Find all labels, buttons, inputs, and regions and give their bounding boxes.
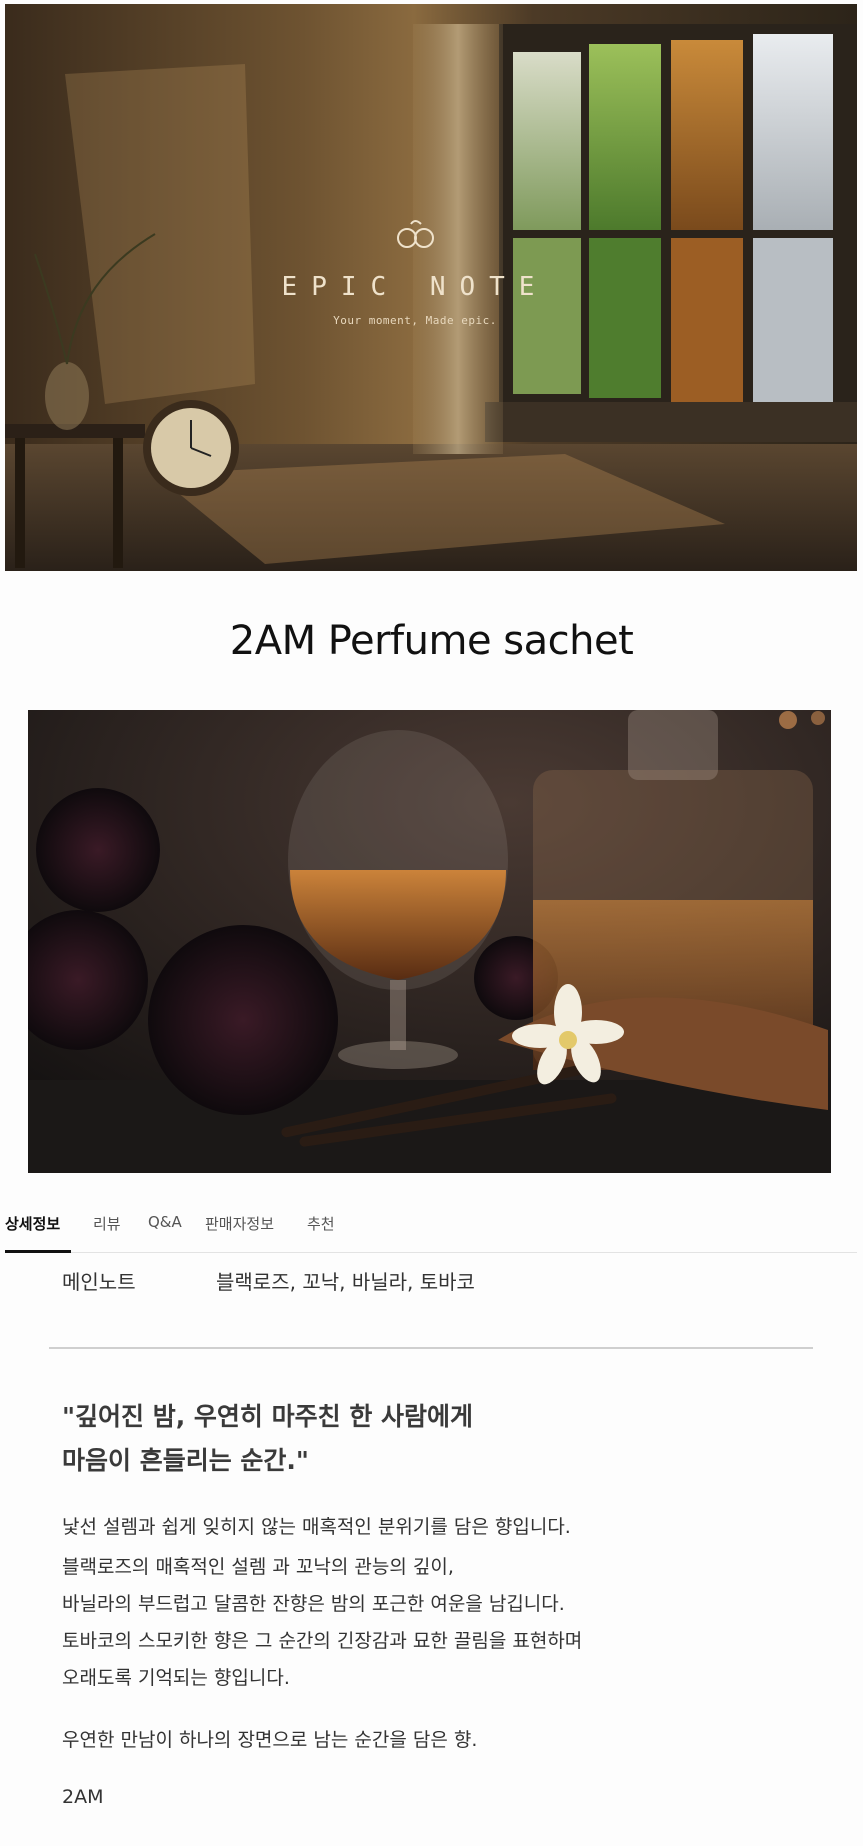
brand-name: EPIC NOTE <box>281 272 549 302</box>
product-title: 2AM Perfume sachet <box>229 618 634 664</box>
main-note-value: 블랙로즈, 꼬낙, 바닐라, 토바코 <box>216 1270 475 1294</box>
product-tabs: 상세정보 리뷰 Q&A 판매자정보 추천 <box>5 1201 857 1253</box>
description-line: 오래도록 기억되는 향입니다. <box>62 1667 290 1689</box>
signature: 2AM <box>62 1786 104 1808</box>
tab-reviews[interactable]: 리뷰 <box>93 1213 121 1234</box>
quote-line: 마음이 흔들리는 순간." <box>62 1446 309 1475</box>
main-note-label: 메인노트 <box>62 1270 136 1294</box>
tab-qna[interactable]: Q&A <box>148 1213 182 1231</box>
description-line: 바닐라의 부드럽고 달콤한 잔향은 밤의 포근한 여운을 남깁니다. <box>62 1593 565 1615</box>
closing-line: 우연한 만남이 하나의 장면으로 남는 순간을 담은 향. <box>62 1729 478 1751</box>
infinity-logo-icon <box>115 214 715 254</box>
description-line: 블랙로즈의 매혹적인 설렘 과 꼬낙의 관능의 깊이, <box>62 1556 454 1578</box>
section-divider <box>49 1347 813 1349</box>
tab-recommendations[interactable]: 추천 <box>307 1213 335 1234</box>
brand-tagline: Your moment, Made epic. <box>333 314 497 327</box>
headline-quote: "깊어진 밤, 우연히 마주친 한 사람에게 마음이 흔들리는 순간." <box>62 1395 473 1483</box>
product-image <box>28 710 831 1173</box>
description-line: 낯선 설렘과 쉽게 잊히지 않는 매혹적인 분위기를 담은 향입니다. <box>62 1516 571 1538</box>
quote-line: "깊어진 밤, 우연히 마주친 한 사람에게 <box>62 1402 474 1431</box>
description-line: 토바코의 스모키한 향은 그 순간의 긴장감과 묘한 끌림을 표현하며 <box>62 1630 583 1652</box>
active-tab-indicator <box>5 1250 71 1253</box>
product-still-life-illustration <box>28 710 831 1173</box>
tab-detail-info[interactable]: 상세정보 <box>5 1213 60 1234</box>
tab-seller-info[interactable]: 판매자정보 <box>205 1213 274 1234</box>
hero-banner: EPIC NOTE Your moment, Made epic. <box>5 4 857 571</box>
